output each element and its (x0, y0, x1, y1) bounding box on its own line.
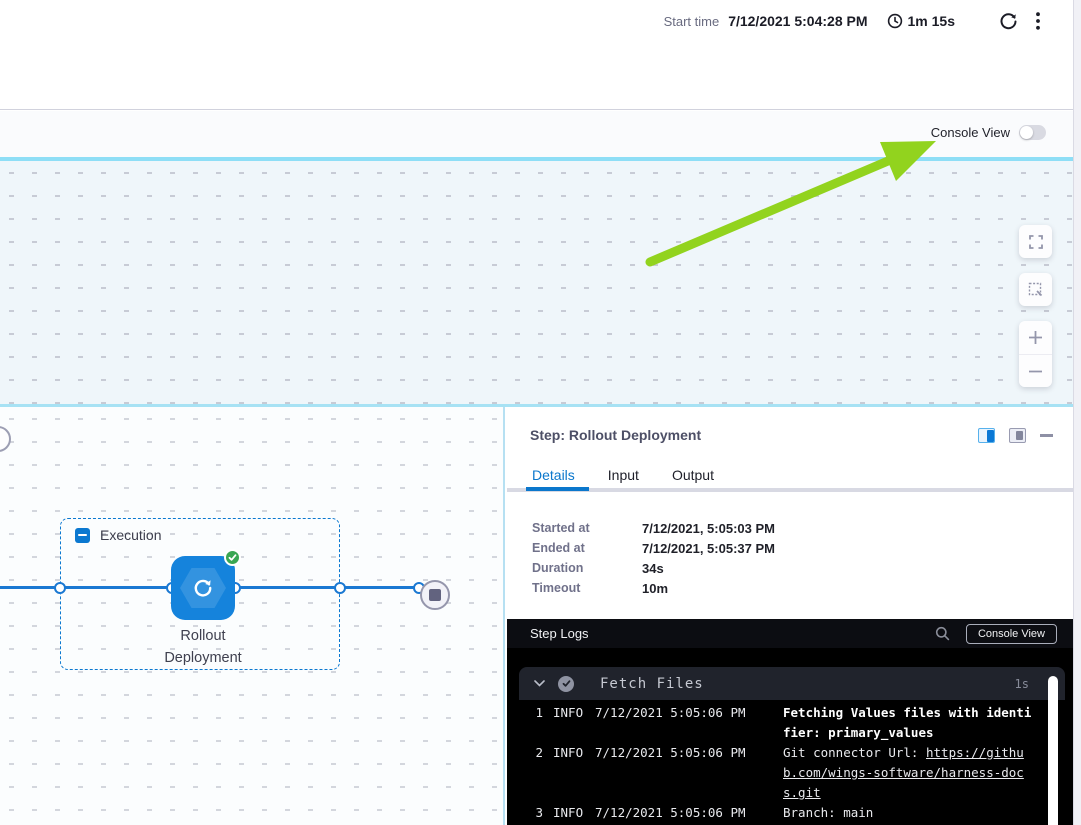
log-message-text: Git connector Url: (783, 745, 926, 760)
log-timestamp: 7/12/2021 5:05:06 PM (595, 803, 783, 823)
more-options-button[interactable] (1034, 10, 1042, 32)
collapse-group-button[interactable] (75, 528, 90, 543)
log-line: 2 INFO 7/12/2021 5:05:06 PM Git connecto… (507, 743, 1073, 803)
fullscreen-icon (1029, 235, 1043, 249)
console-scrollbar[interactable] (1048, 676, 1058, 825)
elapsed-time: 1m 15s (908, 13, 955, 29)
top-bar: Start time 7/12/2021 5:04:28 PM 1m 15s (0, 0, 1073, 110)
log-group-duration: 1s (1015, 677, 1029, 691)
log-line: 3 INFO 7/12/2021 5:05:06 PM Branch: main (507, 803, 1073, 823)
log-message: Fetching Values files with identifier: p… (783, 703, 1035, 743)
log-line: 1 INFO 7/12/2021 5:05:06 PM Fetching Val… (507, 703, 1073, 743)
search-icon[interactable] (935, 626, 950, 641)
success-badge (224, 549, 241, 566)
active-tab-underline (526, 487, 589, 491)
tab-input[interactable]: Input (608, 467, 639, 483)
log-message: Git connector Url: https://github.com/wi… (783, 743, 1035, 803)
detail-value: 7/12/2021, 5:05:37 PM (642, 541, 775, 556)
log-level: INFO (553, 703, 595, 723)
detail-value: 10m (642, 581, 668, 596)
detail-value: 34s (642, 561, 664, 576)
pipeline-execution-page: Start time 7/12/2021 5:04:28 PM 1m 15s C… (0, 0, 1081, 825)
step-detail-fields: Started at 7/12/2021, 5:05:03 PM Ended a… (532, 518, 775, 598)
log-console: Fetch Files 1s 1 INFO 7/12/2021 5:05:06 … (507, 648, 1073, 825)
log-timestamp: 7/12/2021 5:05:06 PM (595, 743, 783, 763)
pipeline-end-node[interactable] (420, 580, 450, 610)
detail-row: Ended at 7/12/2021, 5:05:37 PM (532, 538, 775, 558)
stage-graph-canvas[interactable] (0, 161, 1073, 404)
console-view-button[interactable]: Console View (966, 624, 1057, 644)
tab-output[interactable]: Output (672, 467, 714, 483)
minimize-panel-icon[interactable] (1040, 434, 1053, 437)
kebab-menu-icon (1036, 12, 1040, 30)
detail-row: Timeout 10m (532, 578, 775, 598)
minus-icon (1028, 364, 1043, 379)
detail-label: Duration (532, 561, 642, 575)
plus-icon (1028, 330, 1043, 345)
fullscreen-button[interactable] (1019, 225, 1052, 258)
fit-selection-icon (1028, 282, 1043, 297)
fit-to-screen-button[interactable] (1019, 273, 1052, 306)
detail-label: Timeout (532, 581, 642, 595)
edge-connector-dot (54, 582, 66, 594)
step-logs-title: Step Logs (530, 626, 589, 641)
step-details-panel: Step: Rollout Deployment Details Input O… (507, 407, 1073, 825)
stop-icon (429, 589, 441, 601)
step-graph-canvas[interactable]: Execution Rollout Deployment (0, 407, 505, 825)
log-level: INFO (553, 743, 595, 763)
layout-floating-panel-icon[interactable] (1009, 428, 1026, 443)
detail-row: Duration 34s (532, 558, 775, 578)
rollout-icon (192, 577, 214, 599)
log-group-header[interactable]: Fetch Files 1s (519, 667, 1065, 700)
start-time-value: 7/12/2021 5:04:28 PM (728, 13, 867, 29)
refresh-icon (999, 12, 1018, 31)
detail-value: 7/12/2021, 5:05:03 PM (642, 521, 775, 536)
layout-right-panel-icon[interactable] (978, 428, 995, 443)
console-view-label: Console View (931, 125, 1010, 140)
refresh-button[interactable] (997, 10, 1020, 33)
toggle-knob (1020, 126, 1033, 139)
detail-tabs: Details Input Output (532, 467, 714, 483)
chevron-down-icon (534, 680, 545, 687)
page-scrollbar-track[interactable] (1073, 0, 1081, 825)
execution-group-label: Execution (100, 527, 161, 543)
log-line-number: 3 (531, 803, 543, 823)
tab-details[interactable]: Details (532, 467, 575, 483)
console-view-toggle[interactable] (1019, 125, 1046, 140)
check-icon (228, 553, 237, 562)
detail-label: Ended at (532, 541, 642, 555)
zoom-in-button[interactable] (1019, 321, 1052, 354)
rollout-deployment-step-node[interactable] (171, 556, 235, 620)
log-group-name: Fetch Files (600, 676, 704, 692)
step-logs-bar: Step Logs Console View (507, 619, 1073, 648)
log-group-success-icon (558, 676, 574, 692)
offscreen-node (0, 426, 11, 452)
start-time-label: Start time (664, 14, 720, 29)
tabs-divider (507, 488, 1073, 492)
step-node-label: Rollout Deployment (143, 625, 263, 669)
clock-icon (887, 13, 903, 29)
panel-title: Step: Rollout Deployment (530, 427, 701, 443)
log-line-number: 2 (531, 743, 543, 763)
log-lines: 1 INFO 7/12/2021 5:05:06 PM Fetching Val… (507, 703, 1073, 823)
log-timestamp: 7/12/2021 5:05:06 PM (595, 703, 783, 723)
execution-toolbar: Console View (0, 111, 1073, 157)
log-line-number: 1 (531, 703, 543, 723)
log-level: INFO (553, 803, 595, 823)
detail-row: Started at 7/12/2021, 5:05:03 PM (532, 518, 775, 538)
log-message: Branch: main (783, 803, 1035, 823)
edge-connector-dot (334, 582, 346, 594)
detail-label: Started at (532, 521, 642, 535)
zoom-out-button[interactable] (1019, 354, 1052, 387)
